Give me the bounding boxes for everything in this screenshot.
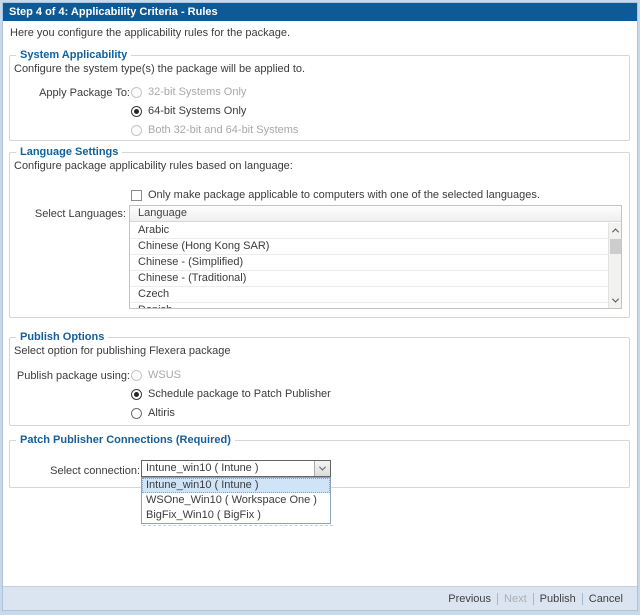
chevron-up-icon (612, 228, 619, 235)
dropdown-shadow (143, 525, 333, 526)
select-languages-label: Select Languages: (14, 208, 126, 220)
radio-32bit-label: 32-bit Systems Only (148, 86, 246, 98)
languages-listbox: Language Arabic Chinese (Hong Kong SAR) … (129, 205, 622, 309)
publish-options-legend: Publish Options (16, 331, 108, 344)
next-button: Next (498, 593, 533, 605)
language-row[interactable]: Arabic (130, 223, 608, 239)
connection-dropdown-list: Intune_win10 ( Intune ) WSOne_Win10 ( Wo… (141, 477, 331, 524)
publish-options-group: Publish Options Select option for publis… (9, 337, 630, 426)
radio-both-label: Both 32-bit and 64-bit Systems (148, 124, 298, 136)
language-checkbox-row[interactable]: Only make package applicable to computer… (131, 189, 540, 201)
language-settings-group: Language Settings Configure package appl… (9, 152, 630, 318)
language-row[interactable]: Chinese - (Traditional) (130, 271, 608, 287)
radio-64bit[interactable] (131, 106, 142, 117)
dropdown-item-bigfix[interactable]: BigFix_Win10 ( BigFix ) (142, 508, 330, 523)
chevron-down-icon (319, 464, 326, 471)
only-selected-languages-label: Only make package applicable to computer… (148, 189, 540, 201)
select-connection-label: Select connection: (14, 465, 140, 477)
dropdown-item-intune[interactable]: Intune_win10 ( Intune ) (142, 478, 330, 493)
languages-scrollbar[interactable] (608, 223, 621, 308)
chevron-down-icon (612, 296, 619, 303)
publish-button[interactable]: Publish (534, 593, 582, 605)
footer-bar: Previous Next Publish Cancel (3, 586, 637, 610)
wizard-dialog-page: Step 4 of 4: Applicability Criteria - Ru… (0, 0, 640, 615)
radio-patch-publisher[interactable] (131, 389, 142, 400)
combobox-dropdown-button[interactable] (314, 461, 330, 476)
radio-altiris-label: Altiris (148, 407, 175, 419)
radio-both-row: Both 32-bit and 64-bit Systems (131, 124, 298, 136)
dialog-title: Step 4 of 4: Applicability Criteria - Ru… (9, 6, 218, 18)
patch-publisher-legend: Patch Publisher Connections (Required) (16, 434, 235, 447)
radio-wsus-row: WSUS (131, 369, 331, 381)
dialog-title-bar: Step 4 of 4: Applicability Criteria - Ru… (3, 3, 637, 21)
dropdown-item-wsone[interactable]: WSOne_Win10 ( Workspace One ) (142, 493, 330, 508)
radio-64bit-row[interactable]: 64-bit Systems Only (131, 105, 298, 117)
intro-text: Here you configure the applicability rul… (10, 27, 290, 39)
scroll-down-button[interactable] (609, 294, 622, 307)
publish-package-using-label: Publish package using: (14, 370, 130, 382)
connection-combobox-value: Intune_win10 ( Intune ) (146, 461, 313, 476)
connection-combobox[interactable]: Intune_win10 ( Intune ) (141, 460, 331, 477)
language-list: Arabic Chinese (Hong Kong SAR) Chinese -… (130, 223, 608, 308)
radio-64bit-label: 64-bit Systems Only (148, 105, 246, 117)
radio-patch-publisher-label: Schedule package to Patch Publisher (148, 388, 331, 400)
publish-options-description: Select option for publishing Flexera pac… (14, 345, 230, 357)
language-row[interactable]: Czech (130, 287, 608, 303)
scroll-up-button[interactable] (609, 224, 622, 237)
radio-altiris-row[interactable]: Altiris (131, 407, 331, 419)
wizard-dialog: Step 4 of 4: Applicability Criteria - Ru… (2, 2, 638, 611)
radio-wsus-label: WSUS (148, 369, 181, 381)
language-row[interactable]: Chinese - (Simplified) (130, 255, 608, 271)
language-row[interactable]: Chinese (Hong Kong SAR) (130, 239, 608, 255)
only-selected-languages-checkbox[interactable] (131, 190, 142, 201)
radio-both (131, 125, 142, 136)
system-applicability-group: System Applicability Configure the syste… (9, 55, 630, 141)
cancel-button[interactable]: Cancel (583, 593, 629, 605)
system-applicability-description: Configure the system type(s) the package… (14, 63, 305, 75)
language-settings-description: Configure package applicability rules ba… (14, 160, 293, 172)
apply-package-to-label: Apply Package To: (14, 87, 130, 99)
system-applicability-legend: System Applicability (16, 49, 131, 62)
radio-wsus (131, 370, 142, 381)
language-row[interactable]: Danish (130, 303, 608, 308)
language-column-header[interactable]: Language (130, 206, 621, 222)
publish-using-radio-group: WSUS Schedule package to Patch Publisher… (131, 369, 331, 419)
radio-altiris[interactable] (131, 408, 142, 419)
scrollbar-thumb[interactable] (610, 239, 621, 254)
radio-32bit-row: 32-bit Systems Only (131, 86, 298, 98)
previous-button[interactable]: Previous (442, 593, 497, 605)
radio-patch-publisher-row[interactable]: Schedule package to Patch Publisher (131, 388, 331, 400)
radio-32bit (131, 87, 142, 98)
language-settings-legend: Language Settings (16, 146, 122, 159)
apply-package-to-radio-group: 32-bit Systems Only 64-bit Systems Only … (131, 86, 298, 136)
